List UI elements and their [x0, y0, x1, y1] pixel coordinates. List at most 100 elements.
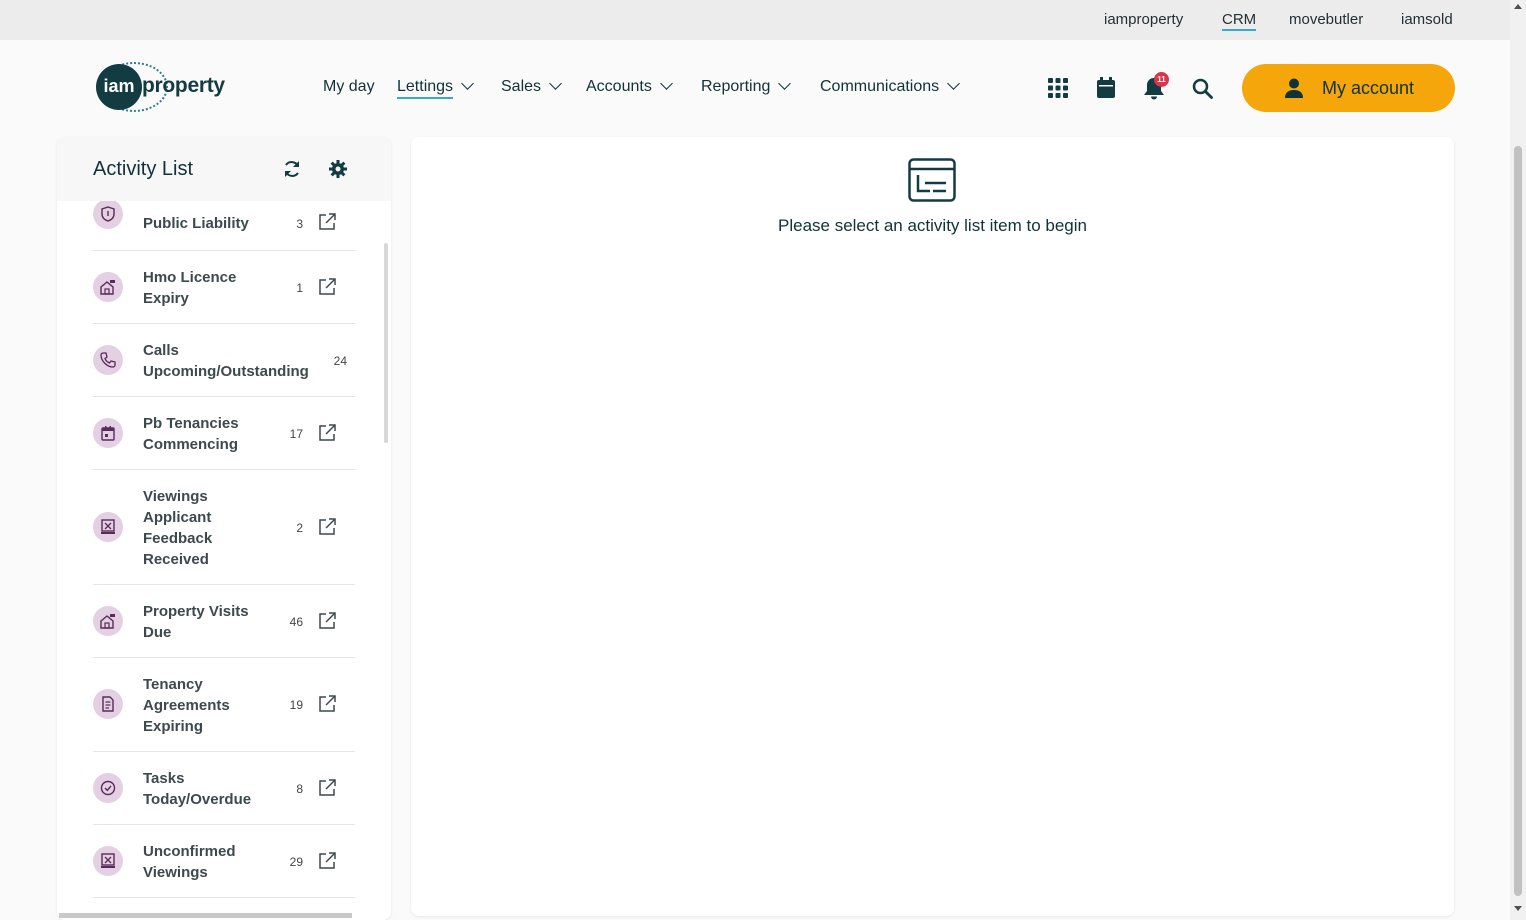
- house-flag-icon: [100, 280, 115, 295]
- activity-item-label: Property Visits Due: [143, 601, 258, 643]
- activity-item-text: Calls Upcoming/Outstanding: [143, 342, 309, 380]
- activity-item-count: 46: [289, 615, 303, 629]
- nav-item-lettings[interactable]: Lettings: [397, 77, 474, 99]
- activity-item-count: 19: [289, 698, 303, 712]
- activity-item-label: Public Liability: [143, 215, 249, 232]
- scroll-up-arrow-icon[interactable]: [1514, 4, 1522, 9]
- activity-item-label: Viewings Applicant Feedback Received: [143, 486, 223, 570]
- iamproperty-logo[interactable]: iam property: [96, 62, 236, 112]
- activity-item-label: Calls Upcoming/Outstanding: [143, 340, 318, 382]
- shield-icon: [101, 206, 115, 222]
- nav-item-my-day[interactable]: My day: [323, 78, 375, 96]
- activity-item-hmo-licence-expiry[interactable]: Hmo Licence Expiry 1: [93, 251, 355, 324]
- activity-item-pb-tenancies-commencing[interactable]: Pb Tenancies Commencing 17: [93, 397, 355, 470]
- activity-item-text: Property Visits Due: [143, 603, 249, 641]
- external-link-icon[interactable]: [318, 852, 336, 870]
- viewing-icon: [101, 519, 115, 534]
- activity-list: Public Liability 3 Hmo Licence Expiry 1 …: [57, 201, 391, 920]
- activity-item-text: Unconfirmed Viewings: [143, 843, 236, 881]
- external-link-icon[interactable]: [318, 213, 336, 231]
- nav-label: Reporting: [701, 78, 771, 95]
- external-link-icon[interactable]: [318, 518, 336, 536]
- gear-icon[interactable]: [328, 159, 348, 179]
- activity-item-tenancy-agreements-expiring[interactable]: Tenancy Agreements Expiring 19: [93, 658, 355, 752]
- activity-item-public-liability[interactable]: Public Liability 3: [93, 201, 355, 251]
- chevron-down-icon: [461, 77, 474, 90]
- activity-item-count: 2: [296, 521, 303, 535]
- my-account-label: My account: [1322, 78, 1415, 98]
- nav-label: Communications: [820, 78, 940, 95]
- top-bar: iamproperty CRM movebutler iamsold: [0, 0, 1510, 40]
- activity-item-label: Tenancy Agreements Expiring: [143, 674, 243, 737]
- nav-item-communications[interactable]: Communications: [820, 77, 961, 96]
- activity-item-text: Viewings Applicant Feedback Received: [143, 488, 213, 568]
- nav-label: Lettings: [397, 78, 454, 99]
- activity-item-count: 17: [289, 427, 303, 441]
- activity-icon-bg: [93, 418, 123, 448]
- external-link-icon[interactable]: [318, 278, 336, 296]
- activity-item-text: Tenancy Agreements Expiring: [143, 676, 230, 735]
- chevron-down-icon: [659, 77, 673, 90]
- chevron-down-icon: [947, 77, 961, 90]
- activity-icon-bg: [93, 345, 123, 375]
- apps-grid-icon[interactable]: [1048, 78, 1068, 98]
- activity-list-header: Activity List: [57, 137, 391, 201]
- search-icon[interactable]: [1192, 78, 1213, 99]
- topbar-link-iamsold[interactable]: iamsold: [1401, 11, 1453, 28]
- activity-icon-bg: [93, 272, 123, 302]
- my-account-button[interactable]: My account: [1242, 64, 1455, 112]
- logo-mark: iam: [96, 64, 142, 110]
- house-flag-icon: [100, 614, 115, 629]
- main-header: iam property My day Lettings Sales Accou…: [0, 40, 1510, 136]
- activity-item-unconfirmed-viewings[interactable]: Unconfirmed Viewings 29: [93, 825, 355, 898]
- external-link-icon[interactable]: [318, 779, 336, 797]
- nav-item-sales[interactable]: Sales: [501, 77, 562, 96]
- activity-list-title: Activity List: [93, 158, 194, 180]
- activity-item-label: Pb Tenancies Commencing: [143, 413, 253, 455]
- scroll-down-arrow-icon[interactable]: [1514, 906, 1522, 911]
- nav-label: Sales: [501, 78, 542, 95]
- topbar-link-movebutler[interactable]: movebutler: [1289, 11, 1363, 28]
- activity-item-count: 8: [296, 782, 303, 796]
- activity-item-label: Hmo Licence Expiry: [143, 267, 253, 309]
- external-link-icon[interactable]: [318, 424, 336, 442]
- activity-item-viewings-applicant-feedback[interactable]: Viewings Applicant Feedback Received 2: [93, 470, 355, 585]
- activity-list-panel: Activity List Public Liability 3 Hmo Lic…: [57, 137, 391, 920]
- calendar-icon[interactable]: [1097, 77, 1115, 98]
- activity-icon-bg: [93, 201, 123, 229]
- activity-item-count: 1: [296, 281, 303, 295]
- activity-list-horizontal-scrollbar[interactable]: [59, 913, 352, 918]
- list-card-icon: [908, 158, 956, 202]
- topbar-link-crm[interactable]: CRM: [1222, 11, 1257, 31]
- activity-item-tasks-today-overdue[interactable]: Tasks Today/Overdue 8: [93, 752, 355, 825]
- activity-item-calls-upcoming-outstanding[interactable]: Calls Upcoming/Outstanding 24: [93, 324, 355, 397]
- external-link-icon[interactable]: [318, 612, 336, 630]
- activity-item-count: 24: [333, 354, 347, 368]
- activity-item-text: Pb Tenancies Commencing: [143, 415, 239, 453]
- empty-state-message: Please select an activity list item to b…: [778, 216, 1087, 235]
- nav-item-reporting[interactable]: Reporting: [701, 77, 792, 96]
- activity-item-text: Tasks Today/Overdue: [143, 770, 252, 808]
- nav-item-accounts[interactable]: Accounts: [586, 77, 673, 96]
- notification-badge: 11: [1154, 72, 1169, 87]
- document-icon: [102, 696, 114, 712]
- chevron-down-icon: [549, 77, 562, 90]
- topbar-link-iamproperty[interactable]: iamproperty: [1104, 11, 1183, 28]
- chevron-down-icon: [778, 77, 792, 90]
- activity-icon-bg: [93, 846, 123, 876]
- nav-label: Accounts: [586, 78, 652, 95]
- activity-detail-panel: Please select an activity list item to b…: [411, 137, 1454, 916]
- page-scrollbar[interactable]: [1510, 0, 1526, 920]
- activity-icon-bg: [93, 512, 123, 542]
- activity-icon-bg: [93, 689, 123, 719]
- activity-item-text: Hmo Licence Expiry: [143, 269, 237, 307]
- page-scrollbar-thumb[interactable]: [1514, 146, 1522, 896]
- activity-item-label: Unconfirmed Viewings: [143, 841, 243, 883]
- activity-list-scrollbar[interactable]: [384, 243, 388, 443]
- activity-icon-bg: [93, 773, 123, 803]
- activity-item-property-visits-due[interactable]: Property Visits Due 46: [93, 585, 355, 658]
- user-icon: [1285, 78, 1303, 98]
- external-link-icon[interactable]: [318, 695, 336, 713]
- refresh-icon[interactable]: [282, 159, 302, 179]
- calendar-icon: [101, 426, 115, 441]
